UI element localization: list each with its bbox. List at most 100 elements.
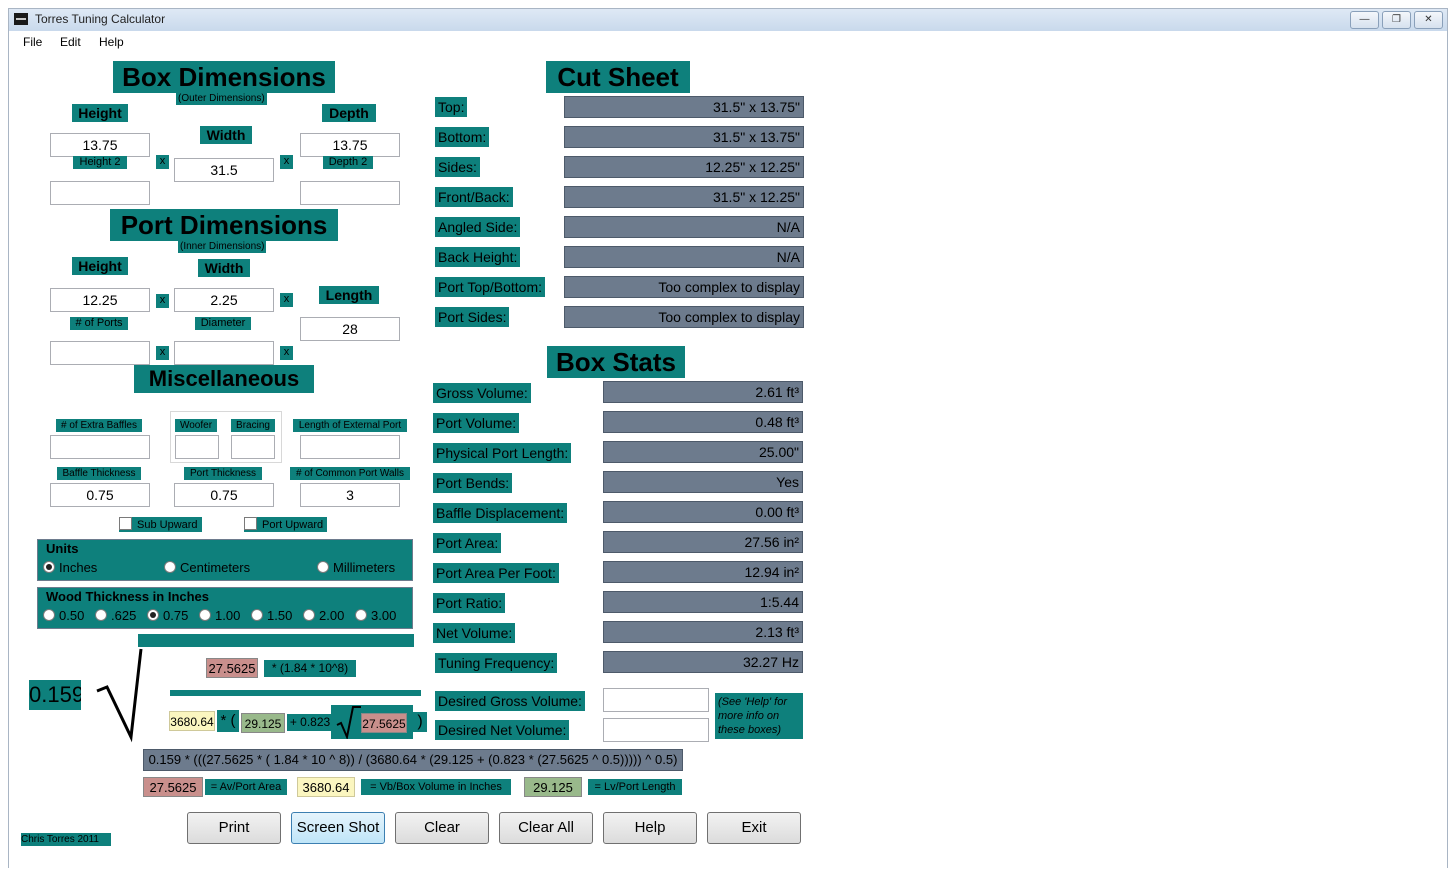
stat-portbends-label: Port Bends: xyxy=(433,473,513,493)
formula-plus: + 0.823 xyxy=(287,714,333,731)
desired-gross-input[interactable] xyxy=(603,688,709,712)
formula-full-display: 0.159 * (((27.5625 * ( 1.84 * 10 ^ 8)) /… xyxy=(143,749,683,771)
legend-vb-chip: 3680.64 xyxy=(297,777,355,797)
sub-upward-label: Sub Upward xyxy=(137,519,198,531)
legend-vb-label: = Vb/Box Volume in Inches xyxy=(361,779,511,795)
units-inches-label: Inches xyxy=(59,560,98,575)
stat-tuning-value: 32.27 Hz xyxy=(603,651,803,673)
units-millimeters-radio[interactable]: Millimeters xyxy=(317,560,395,575)
box-dimensions-title: Box Dimensions xyxy=(113,61,335,93)
minimize-icon[interactable]: — xyxy=(1350,11,1379,29)
wood-050-radio[interactable]: 0.50 xyxy=(43,608,84,623)
cut-backheight-value: N/A xyxy=(564,246,804,268)
wood-thickness-group: Wood Thickness in Inches 0.50 .625 0.75 … xyxy=(37,587,413,629)
box-width-input[interactable]: 31.5 xyxy=(174,158,274,182)
units-inches-radio[interactable]: Inches xyxy=(43,560,97,575)
radio-icon[interactable] xyxy=(95,609,107,621)
wood-075-radio[interactable]: 0.75 xyxy=(147,608,188,623)
box-x-left: x xyxy=(156,155,169,169)
port-diameter-label: Diameter xyxy=(195,317,251,330)
sub-upward-checkbox[interactable]: Sub Upward xyxy=(119,517,202,532)
wood-150-radio[interactable]: 1.50 xyxy=(251,608,292,623)
wood-100-radio[interactable]: 1.00 xyxy=(199,608,240,623)
units-millimeters-label: Millimeters xyxy=(333,560,396,575)
menu-file[interactable]: File xyxy=(23,35,42,49)
box-height-input[interactable]: 13.75 xyxy=(50,133,150,157)
wood-0625-radio[interactable]: .625 xyxy=(95,608,136,623)
units-centimeters-label: Centimeters xyxy=(180,560,251,575)
cut-sides-value: 12.25" x 12.25" xyxy=(564,156,804,178)
desired-net-label: Desired Net Volume: xyxy=(435,720,570,740)
wood-200-radio[interactable]: 2.00 xyxy=(303,608,344,623)
stat-portvol-label: Port Volume: xyxy=(433,413,520,433)
desired-gross-label: Desired Gross Volume: xyxy=(435,691,585,711)
radio-icon[interactable] xyxy=(355,609,367,621)
radio-selected-icon[interactable] xyxy=(43,561,55,573)
sub-upward-box[interactable] xyxy=(119,517,132,530)
menu-help[interactable]: Help xyxy=(99,35,124,49)
print-button[interactable]: Print xyxy=(187,812,281,844)
port-width-input[interactable]: 2.25 xyxy=(174,288,274,312)
baffle-thickness-input[interactable]: 0.75 xyxy=(50,483,150,507)
external-port-input[interactable] xyxy=(300,435,400,459)
stat-portarea-value: 27.56 in² xyxy=(603,531,803,553)
legend-av-label: = Av/Port Area xyxy=(205,779,287,795)
help-note: (See 'Help' for more info on these boxes… xyxy=(715,693,803,739)
woofer-input[interactable] xyxy=(175,435,219,459)
port-length-input[interactable]: 28 xyxy=(300,317,400,341)
stat-portarea-label: Port Area: xyxy=(433,533,502,553)
desired-net-input[interactable] xyxy=(603,718,709,742)
small-sqrt-icon xyxy=(336,706,361,739)
baffle-thickness-label: Baffle Thickness xyxy=(57,467,141,480)
port-dimensions-title: Port Dimensions xyxy=(110,209,338,241)
radio-icon[interactable] xyxy=(251,609,263,621)
screenshot-button[interactable]: Screen Shot xyxy=(291,812,385,844)
legend-lv-chip: 29.125 xyxy=(524,777,582,797)
radio-icon[interactable] xyxy=(164,561,176,573)
cut-sides-label: Sides: xyxy=(435,157,480,177)
formula-close-paren: ) xyxy=(413,712,427,732)
port-height-label: Height xyxy=(72,257,128,275)
formula-vb: 3680.64 xyxy=(169,711,215,731)
box-depth-input[interactable]: 13.75 xyxy=(300,133,400,157)
port-upward-box[interactable] xyxy=(244,517,257,530)
radio-selected-icon[interactable] xyxy=(147,609,159,621)
port-upward-checkbox[interactable]: Port Upward xyxy=(244,517,328,532)
port-diameter-input[interactable] xyxy=(174,341,274,365)
box-x-right: x xyxy=(280,155,293,169)
help-button[interactable]: Help xyxy=(603,812,697,844)
main-content: Box Dimensions (Outer Dimensions) Height… xyxy=(9,53,1447,869)
box-height2-input[interactable] xyxy=(50,181,150,205)
app-window: Torres Tuning Calculator — ❐ ✕ File Edit… xyxy=(8,8,1448,869)
formula-lv: 29.125 xyxy=(241,713,285,733)
extra-baffles-input[interactable] xyxy=(50,435,150,459)
restore-icon[interactable]: ❐ xyxy=(1382,11,1411,29)
units-title: Units xyxy=(44,541,81,556)
port-height-input[interactable]: 12.25 xyxy=(50,288,150,312)
radio-icon[interactable] xyxy=(317,561,329,573)
bracing-input[interactable] xyxy=(231,435,275,459)
wood-300-radio[interactable]: 3.00 xyxy=(355,608,396,623)
radio-icon[interactable] xyxy=(303,609,315,621)
clear-button[interactable]: Clear xyxy=(395,812,489,844)
cut-sheet-title: Cut Sheet xyxy=(546,61,690,93)
box-depth2-input[interactable] xyxy=(300,181,400,205)
radio-icon[interactable] xyxy=(199,609,211,621)
clear-all-button[interactable]: Clear All xyxy=(499,812,593,844)
wood-150-label: 1.50 xyxy=(267,608,293,623)
ports-count-input[interactable] xyxy=(50,341,150,365)
close-icon[interactable]: ✕ xyxy=(1414,11,1443,29)
wood-300-label: 3.00 xyxy=(371,608,397,623)
credit-text: Chris Torres 2011 xyxy=(21,833,111,846)
cut-bottom-label: Bottom: xyxy=(435,127,490,147)
port-thickness-input[interactable]: 0.75 xyxy=(174,483,274,507)
wood-050-label: 0.50 xyxy=(59,608,85,623)
menu-edit[interactable]: Edit xyxy=(60,35,81,49)
radio-icon[interactable] xyxy=(43,609,55,621)
stat-areaperfoot-value: 12.94 in² xyxy=(603,561,803,583)
units-centimeters-radio[interactable]: Centimeters xyxy=(164,560,250,575)
common-walls-input[interactable]: 3 xyxy=(300,483,400,507)
box-stats-title: Box Stats xyxy=(547,346,685,378)
woofer-label: Woofer xyxy=(175,419,217,432)
exit-button[interactable]: Exit xyxy=(707,812,801,844)
